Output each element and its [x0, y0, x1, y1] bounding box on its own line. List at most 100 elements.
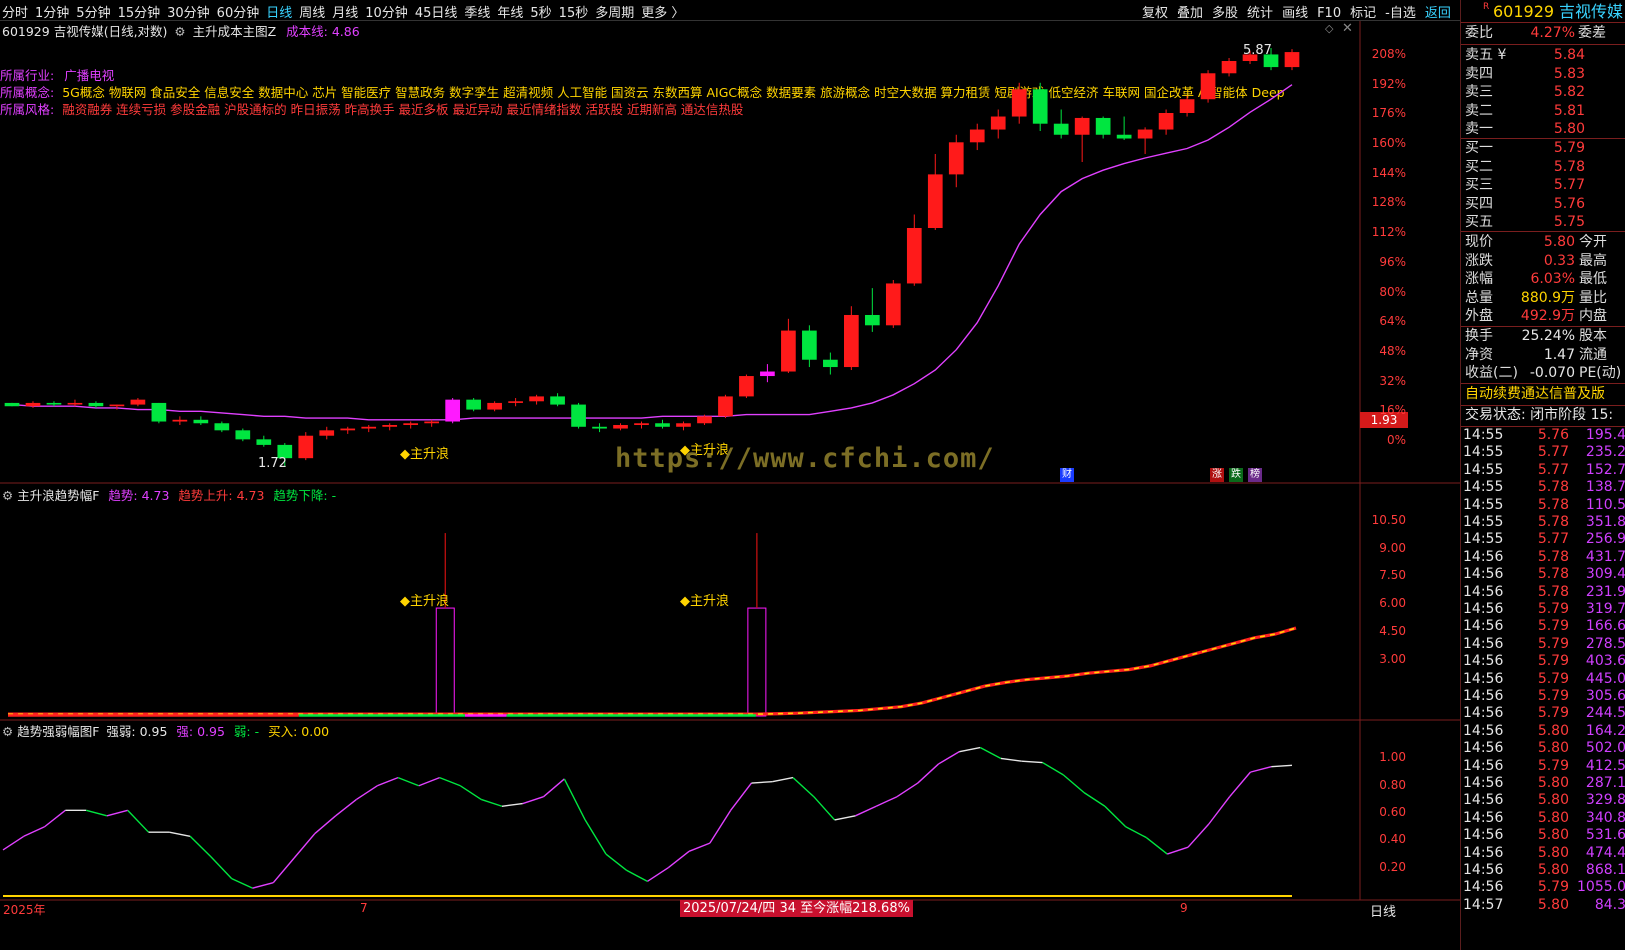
candle	[718, 394, 733, 419]
strength-segment	[418, 776, 440, 787]
signal-diamond-icon: ◆	[680, 594, 690, 609]
signal-label-1: ◆主升浪	[400, 447, 450, 462]
up-marker[interactable]: 涨	[1210, 468, 1224, 482]
finance-marker[interactable]: 财	[1060, 468, 1074, 482]
signal-diamond-icon: ◆	[400, 447, 410, 462]
axis-tick-label: 0.80	[1379, 777, 1406, 792]
bid-label: 买一	[1465, 140, 1493, 156]
panel2-title[interactable]: 主升浪趋势幅F	[17, 488, 99, 503]
down-marker[interactable]: 跌	[1229, 468, 1243, 482]
tick-price: 5.78	[1537, 566, 1569, 583]
ask-row[interactable]: 卖一 5.80	[1465, 120, 1625, 138]
strength-segment	[356, 785, 378, 801]
tick-time: 14:56	[1463, 635, 1504, 652]
stat-label-2: 流通	[1579, 346, 1607, 363]
tick-row: 14:55 5.78 110.5	[1461, 497, 1625, 514]
tick-volume: 110.5	[1585, 496, 1625, 513]
tick-volume: 1055.0	[1577, 879, 1625, 896]
strength-segment	[2, 835, 25, 851]
tick-price: 5.79	[1537, 670, 1569, 687]
strength-segment	[1125, 826, 1147, 839]
ask-row[interactable]: 卖二 5.81	[1465, 102, 1625, 120]
ask-label: 卖五 ¥	[1465, 47, 1507, 63]
r-badge: R	[1483, 2, 1490, 12]
tick-time: 14:56	[1463, 670, 1504, 687]
candle	[25, 401, 41, 408]
tick-time: 14:56	[1463, 601, 1504, 617]
tick-time: 14:56	[1463, 862, 1504, 878]
strength-segment	[834, 815, 856, 821]
bid-label: 买二	[1465, 158, 1493, 175]
axis-tick-label: 64%	[1379, 314, 1406, 329]
strength-segment	[169, 831, 191, 837]
ask-row[interactable]: 卖三 5.82	[1465, 83, 1625, 101]
strength-segment	[189, 835, 212, 858]
candle	[256, 435, 272, 447]
bid-row[interactable]: 买五 5.75	[1465, 213, 1625, 231]
candle	[1221, 58, 1237, 77]
candle	[906, 214, 922, 286]
settings-gear-icon[interactable]: ⚙	[2, 724, 13, 739]
strength-segment	[272, 857, 295, 884]
candle	[172, 416, 188, 426]
axis-tick-label: 9.00	[1379, 540, 1406, 555]
candle	[130, 398, 146, 407]
ask-row[interactable]: 卖四 5.83	[1465, 65, 1625, 83]
period-label[interactable]: 日线	[1370, 901, 1396, 920]
stat-value: 880.9万	[1520, 289, 1575, 306]
candle	[1053, 109, 1069, 139]
bid-row[interactable]: 买四 5.76	[1465, 195, 1625, 213]
bid-row[interactable]: 买二 5.78	[1465, 158, 1625, 176]
strength-segment	[460, 785, 482, 801]
stat-value: 6.03%	[1530, 271, 1575, 287]
candle	[948, 134, 964, 188]
tick-time: 14:56	[1463, 757, 1504, 774]
tick-row: 14:56 5.80 340.8	[1461, 810, 1625, 827]
stock-name: 吉视传媒	[1559, 2, 1624, 21]
weibi-value: 4.27%	[1530, 25, 1575, 41]
trend-up-value: 趋势上升: 4.73	[178, 488, 265, 503]
strength-segment	[1042, 761, 1064, 776]
axis-tick-label: 6.00	[1379, 596, 1406, 611]
tick-volume: 403.6	[1585, 653, 1625, 670]
settings-gear-icon[interactable]: ⚙	[2, 488, 13, 503]
tick-time: 14:55	[1463, 496, 1504, 513]
ask-price: 5.84	[1553, 47, 1585, 63]
tick-row: 14:56 5.80 531.6	[1461, 827, 1625, 844]
strength-segment	[938, 751, 960, 765]
strength-segment	[127, 809, 150, 833]
tick-row: 14:55 5.77 256.9	[1461, 531, 1625, 548]
bid-row[interactable]: 买三 5.77	[1465, 176, 1625, 194]
candle	[571, 402, 586, 429]
tick-volume: 319.7	[1585, 601, 1625, 617]
panel3-title[interactable]: 趋势强弱幅图F	[17, 724, 99, 739]
tick-time: 14:56	[1463, 722, 1504, 739]
strength-segment	[647, 867, 669, 882]
candle	[655, 419, 670, 429]
tick-volume: 412.5	[1585, 757, 1625, 774]
strength-segment	[1062, 774, 1085, 794]
trade-status: 交易状态: 闭市阶段 15:	[1465, 407, 1614, 423]
bid-row[interactable]: 买一 5.79	[1465, 139, 1625, 157]
strength-segment	[563, 778, 586, 821]
weibi-row: 委比 4.27% 委差	[1465, 25, 1606, 41]
tick-row: 14:55 5.78 351.8	[1461, 514, 1625, 531]
promo-link[interactable]: 自动续费通达信普及版	[1465, 385, 1605, 404]
axis-tick-label: 7.50	[1379, 568, 1406, 583]
tick-row: 14:56 5.80 329.8	[1461, 792, 1625, 809]
candle	[382, 423, 398, 431]
axis-tick-label: 128%	[1371, 195, 1406, 210]
tick-row: 14:55 5.77 152.7	[1461, 462, 1625, 479]
cost-line	[11, 84, 1293, 421]
rank-marker[interactable]: 榜	[1248, 468, 1262, 482]
axis-tick-label: 96%	[1379, 254, 1406, 269]
tick-volume: 305.6	[1585, 688, 1625, 704]
tick-price: 5.77	[1537, 531, 1569, 548]
signal-bar	[435, 607, 455, 717]
candle	[1095, 116, 1111, 139]
stat-label: 换手	[1465, 328, 1493, 344]
signal-bar	[747, 607, 767, 717]
candle	[864, 288, 880, 332]
candle	[927, 153, 943, 230]
ask-row[interactable]: 卖五 ¥ 5.84	[1465, 46, 1625, 64]
